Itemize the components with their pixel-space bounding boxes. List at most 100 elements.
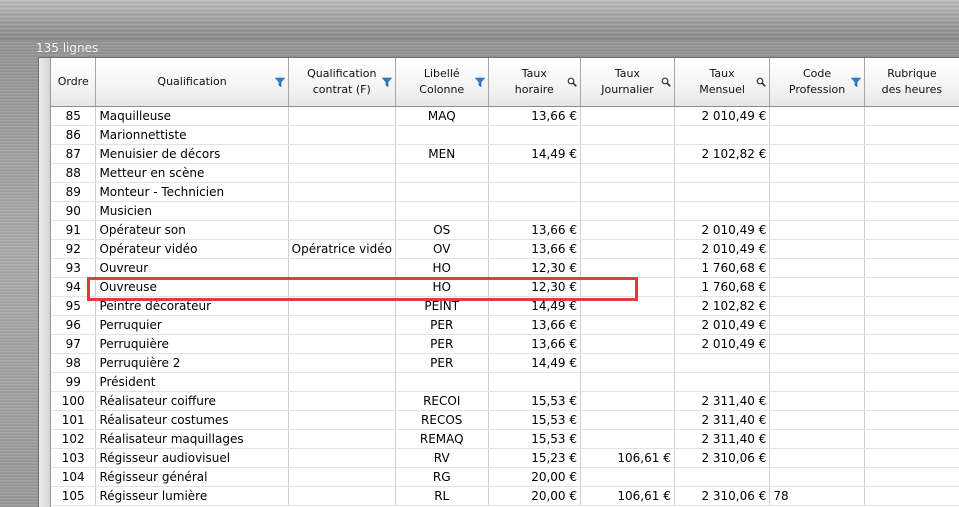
cell-libelle-colonne[interactable] [395,182,489,202]
cell-code-profession[interactable] [769,163,865,183]
cell-libelle-colonne[interactable]: OS [395,220,489,240]
cell-code-profession[interactable] [769,182,865,202]
column-header-rubrique-heures[interactable]: Rubrique des heures [864,58,959,107]
cell-qualification-contrat[interactable] [288,410,396,430]
column-header-taux-mensuel[interactable]: Taux Mensuel [674,58,771,107]
cell-ordre[interactable]: 89 [51,182,97,202]
cell-qualification-contrat[interactable] [288,353,396,373]
cell-taux-journalier[interactable] [580,277,675,297]
cell-taux-mensuel[interactable] [674,182,771,202]
cell-qualification-contrat[interactable] [288,125,396,145]
cell-taux-journalier[interactable] [580,296,675,316]
cell-libelle-colonne[interactable] [395,201,489,221]
cell-taux-horaire[interactable]: 15,53 € [488,410,582,430]
cell-libelle-colonne[interactable]: RECOI [395,391,489,411]
cell-qualification[interactable]: Metteur en scène [95,163,289,183]
cell-rubrique-heures[interactable] [864,391,959,411]
cell-rubrique-heures[interactable] [864,163,959,183]
cell-ordre[interactable]: 102 [51,429,97,449]
cell-taux-journalier[interactable] [580,372,675,392]
search-icon[interactable] [756,77,767,87]
cell-libelle-colonne[interactable]: PER [395,315,489,335]
filter-icon[interactable] [381,77,392,87]
column-header-code-profession[interactable]: Code Profession [769,58,865,107]
cell-rubrique-heures[interactable] [864,429,959,449]
cell-libelle-colonne[interactable] [395,372,489,392]
cell-qualification[interactable]: Perruquière 2 [95,353,289,373]
cell-rubrique-heures[interactable] [864,448,959,468]
cell-qualification-contrat[interactable] [288,315,396,335]
cell-taux-mensuel[interactable]: 2 310,06 € [674,486,771,506]
cell-taux-horaire[interactable]: 15,23 € [488,448,582,468]
cell-code-profession[interactable] [769,277,865,297]
cell-taux-horaire[interactable]: 14,49 € [488,296,582,316]
cell-libelle-colonne[interactable]: PER [395,353,489,373]
cell-code-profession[interactable] [769,353,865,373]
column-header-libelle-colonne[interactable]: Libellé Colonne [395,58,489,107]
column-header-taux-horaire[interactable]: Taux horaire [488,58,582,107]
cell-rubrique-heures[interactable] [864,296,959,316]
table-row[interactable]: 93 Ouvreur HO 12,30 € 1 760,68 € [51,258,959,278]
table-row[interactable]: 101 Réalisateur costumes RECOS 15,53 € 2 311… [51,410,959,430]
cell-libelle-colonne[interactable] [395,163,489,183]
cell-ordre[interactable]: 94 [51,277,97,297]
cell-libelle-colonne[interactable]: MAQ [395,106,489,126]
table-row[interactable]: 96 Perruquier PER 13,66 € 2 010,49 € [51,315,959,335]
cell-taux-horaire[interactable]: 15,53 € [488,391,582,411]
table-row[interactable]: 98 Perruquière 2 PER 14,49 € [51,353,959,373]
cell-qualification-contrat[interactable] [288,258,396,278]
cell-taux-journalier[interactable] [580,429,675,449]
table-row[interactable]: 102 Réalisateur maquillages REMAQ 15,53 € 2 … [51,429,959,449]
cell-taux-journalier[interactable] [580,391,675,411]
cell-qualification-contrat[interactable] [288,334,396,354]
cell-rubrique-heures[interactable] [864,239,959,259]
cell-rubrique-heures[interactable] [864,106,959,126]
cell-taux-mensuel[interactable]: 2 310,06 € [674,448,771,468]
cell-taux-mensuel[interactable]: 2 311,40 € [674,410,771,430]
column-header-ordre[interactable]: Ordre [51,58,97,107]
cell-rubrique-heures[interactable] [864,258,959,278]
table-row[interactable]: 95 Peintre décorateur PEINT 14,49 € 2 102,82… [51,296,959,316]
cell-qualification[interactable]: Maquilleuse [95,106,289,126]
table-row[interactable]: 88 Metteur en scène [51,163,959,183]
cell-qualification-contrat[interactable] [288,182,396,202]
filter-icon[interactable] [274,77,285,87]
cell-qualification[interactable]: Président [95,372,289,392]
cell-libelle-colonne[interactable]: RL [395,486,489,506]
cell-taux-horaire[interactable]: 13,66 € [488,315,582,335]
cell-qualification[interactable]: Perruquière [95,334,289,354]
cell-libelle-colonne[interactable]: PER [395,334,489,354]
cell-qualification[interactable]: Monteur - Technicien [95,182,289,202]
table-row[interactable]: 86 Marionnettiste [51,125,959,145]
cell-libelle-colonne[interactable] [395,125,489,145]
cell-taux-mensuel[interactable]: 1 760,68 € [674,277,771,297]
cell-taux-journalier[interactable] [580,182,675,202]
cell-qualification-contrat[interactable] [288,163,396,183]
cell-rubrique-heures[interactable] [864,144,959,164]
cell-ordre[interactable]: 103 [51,448,97,468]
cell-ordre[interactable]: 88 [51,163,97,183]
cell-taux-mensuel[interactable]: 2 311,40 € [674,391,771,411]
table-row[interactable]: 104 Régisseur général RG 20,00 € [51,467,959,487]
table-row[interactable]: 92 Opérateur vidéo Opératrice vidéo OV 13,66… [51,239,959,259]
cell-libelle-colonne[interactable]: HO [395,258,489,278]
cell-taux-journalier[interactable] [580,353,675,373]
cell-taux-horaire[interactable] [488,201,582,221]
cell-code-profession[interactable] [769,258,865,278]
cell-libelle-colonne[interactable]: MEN [395,144,489,164]
cell-taux-journalier[interactable]: 106,61 € [580,448,675,468]
cell-taux-horaire[interactable] [488,182,582,202]
cell-qualification-contrat[interactable] [288,391,396,411]
cell-qualification[interactable]: Ouvreur [95,258,289,278]
cell-libelle-colonne[interactable]: RV [395,448,489,468]
cell-qualification[interactable]: Régisseur lumière [95,486,289,506]
cell-ordre[interactable]: 90 [51,201,97,221]
cell-rubrique-heures[interactable] [864,277,959,297]
column-header-taux-journalier[interactable]: Taux Journalier [580,58,675,107]
cell-taux-horaire[interactable]: 13,66 € [488,220,582,240]
cell-taux-horaire[interactable]: 20,00 € [488,486,582,506]
cell-rubrique-heures[interactable] [864,182,959,202]
cell-taux-horaire[interactable] [488,163,582,183]
cell-code-profession[interactable]: 78 [769,486,865,506]
cell-taux-horaire[interactable]: 13,66 € [488,106,582,126]
